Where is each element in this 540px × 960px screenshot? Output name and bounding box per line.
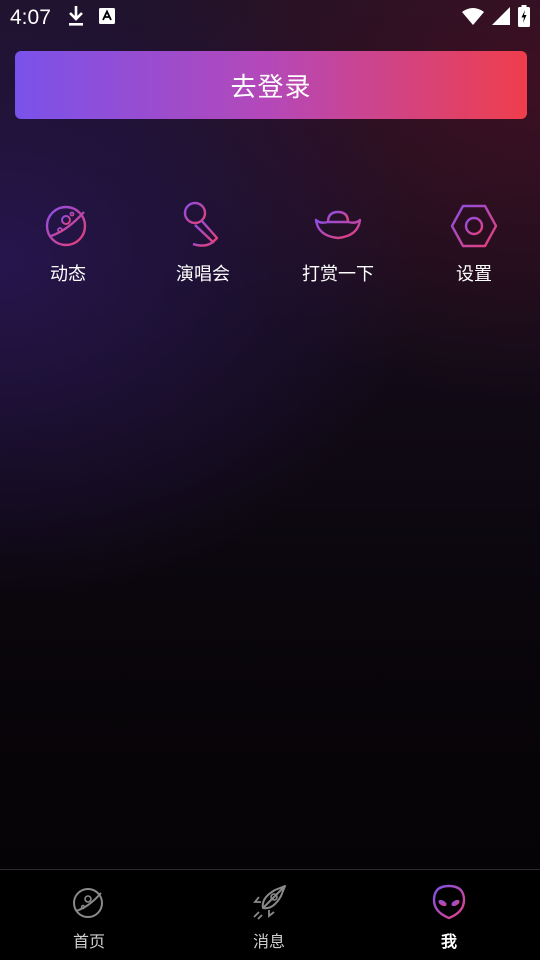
menu-label-dynamics: 动态 <box>50 264 86 285</box>
background <box>0 0 540 870</box>
battery-icon <box>518 5 530 31</box>
gold-ingot-icon <box>314 200 362 252</box>
tab-label-home: 首页 <box>72 932 105 951</box>
menu-label-tip: 打赏一下 <box>302 264 374 285</box>
status-bar: 4:07 <box>0 0 540 36</box>
login-button[interactable]: 去登录 <box>15 51 527 119</box>
menu-item-tip[interactable]: 打赏一下 <box>278 200 398 290</box>
menu-item-dynamics[interactable]: 动态 <box>8 200 128 290</box>
menu-grid: 动态 演唱会 打赏一下 设置 <box>0 200 540 290</box>
a-icon <box>98 8 115 28</box>
planet-icon <box>71 884 107 924</box>
tab-home[interactable]: 首页 <box>29 884 149 954</box>
wifi-icon <box>462 7 484 29</box>
menu-label-settings: 设置 <box>456 264 492 285</box>
menu-item-concert[interactable]: 演唱会 <box>143 200 263 290</box>
rocket-icon <box>251 884 287 924</box>
menu-label-concert: 演唱会 <box>176 264 230 285</box>
tab-label-me: 我 <box>440 932 457 951</box>
download-icon <box>67 5 85 31</box>
tab-me[interactable]: 我 <box>389 884 509 954</box>
tab-label-messages: 消息 <box>252 932 285 951</box>
tab-messages[interactable]: 消息 <box>209 884 329 954</box>
signal-icon <box>492 7 510 29</box>
bottom-tab-bar: 首页 消息 我 <box>0 869 540 960</box>
hexagon-settings-icon <box>450 200 498 252</box>
status-time: 4:07 <box>10 6 51 29</box>
alien-icon <box>431 884 467 924</box>
menu-item-settings[interactable]: 设置 <box>414 200 534 290</box>
planet-icon <box>44 200 92 252</box>
microphone-icon <box>179 200 227 252</box>
